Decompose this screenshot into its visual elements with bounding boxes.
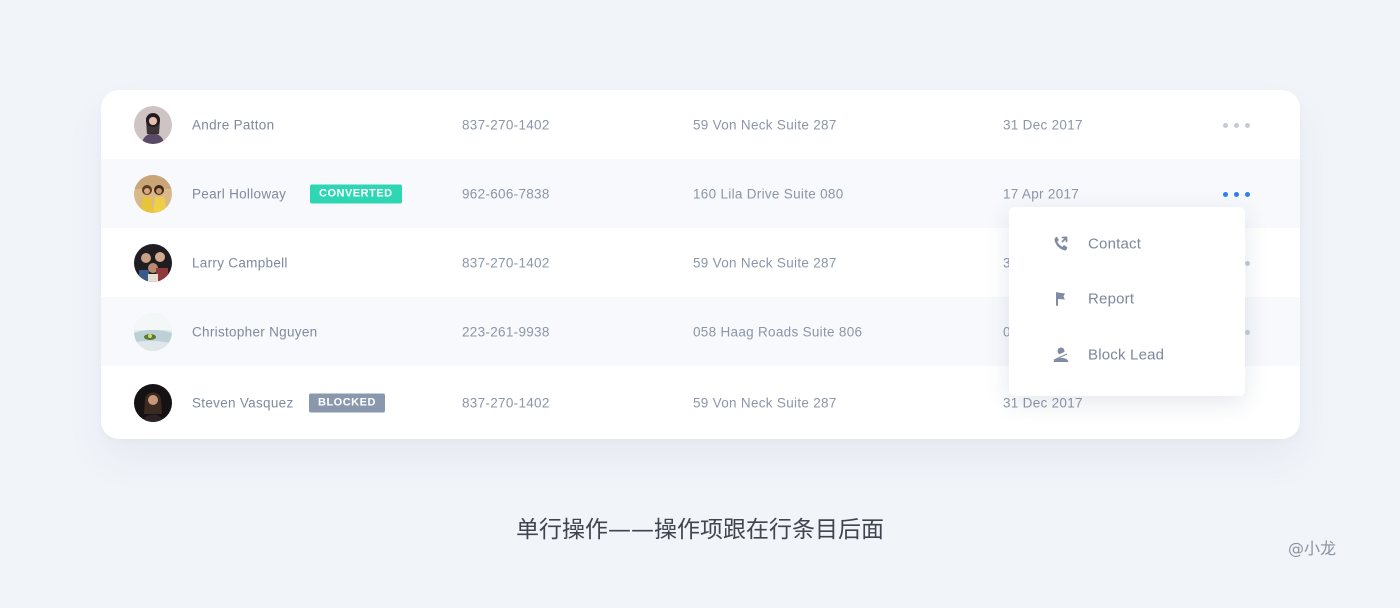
lead-name: Christopher Nguyen (192, 324, 318, 339)
lead-address: 59 Von Neck Suite 287 (693, 395, 837, 411)
lead-address: 59 Von Neck Suite 287 (693, 255, 837, 270)
menu-item-label: Report (1088, 290, 1135, 308)
lead-name: Larry Campbell (192, 255, 288, 270)
lead-address: 160 Lila Drive Suite 080 (693, 186, 844, 201)
avatar (134, 105, 172, 144)
menu-item-contact[interactable]: Contact (1009, 219, 1245, 269)
lead-date: 31 Dec 2017 (1003, 395, 1083, 411)
lead-phone: 837-270-1402 (462, 395, 550, 411)
lead-address: 59 Von Neck Suite 287 (693, 117, 837, 132)
lead-phone: 962-606-7838 (462, 186, 550, 201)
lead-date: 17 Apr 2017 (1003, 186, 1080, 201)
avatar (134, 243, 172, 282)
avatar (134, 312, 172, 351)
avatar (134, 384, 172, 422)
avatar (134, 174, 172, 213)
phone-icon (1051, 234, 1071, 254)
status-badge-blocked: BLOCKED (309, 393, 385, 413)
more-actions-icon[interactable] (1223, 122, 1253, 128)
menu-item-report[interactable]: Report (1009, 274, 1245, 324)
menu-item-label: Block Lead (1088, 346, 1165, 364)
lead-phone: 223-261-9938 (462, 324, 550, 339)
lead-phone: 837-270-1402 (462, 255, 550, 270)
flag-icon (1051, 289, 1071, 309)
page-caption: 单行操作——操作项跟在行条目后面 (516, 517, 884, 543)
lead-name: Andre Patton (192, 117, 275, 132)
author-signature: @小龙 (1288, 539, 1337, 558)
block-user-icon (1051, 345, 1071, 365)
menu-item-label: Contact (1088, 235, 1142, 253)
lead-name: Steven Vasquez (192, 395, 294, 411)
lead-address: 058 Haag Roads Suite 806 (693, 324, 863, 339)
row-actions-menu: Contact Report Block Lead (1009, 207, 1245, 396)
menu-item-block-lead[interactable]: Block Lead (1009, 330, 1245, 380)
more-actions-icon[interactable] (1223, 191, 1253, 197)
lead-name: Pearl Holloway (192, 186, 287, 201)
stage: Andre Patton 837-270-1402 59 Von Neck Su… (0, 0, 1400, 608)
table-row[interactable]: Andre Patton 837-270-1402 59 Von Neck Su… (101, 90, 1300, 159)
lead-date: 31 Dec 2017 (1003, 117, 1083, 132)
lead-phone: 837-270-1402 (462, 117, 550, 132)
status-badge-converted: CONVERTED (310, 184, 402, 203)
